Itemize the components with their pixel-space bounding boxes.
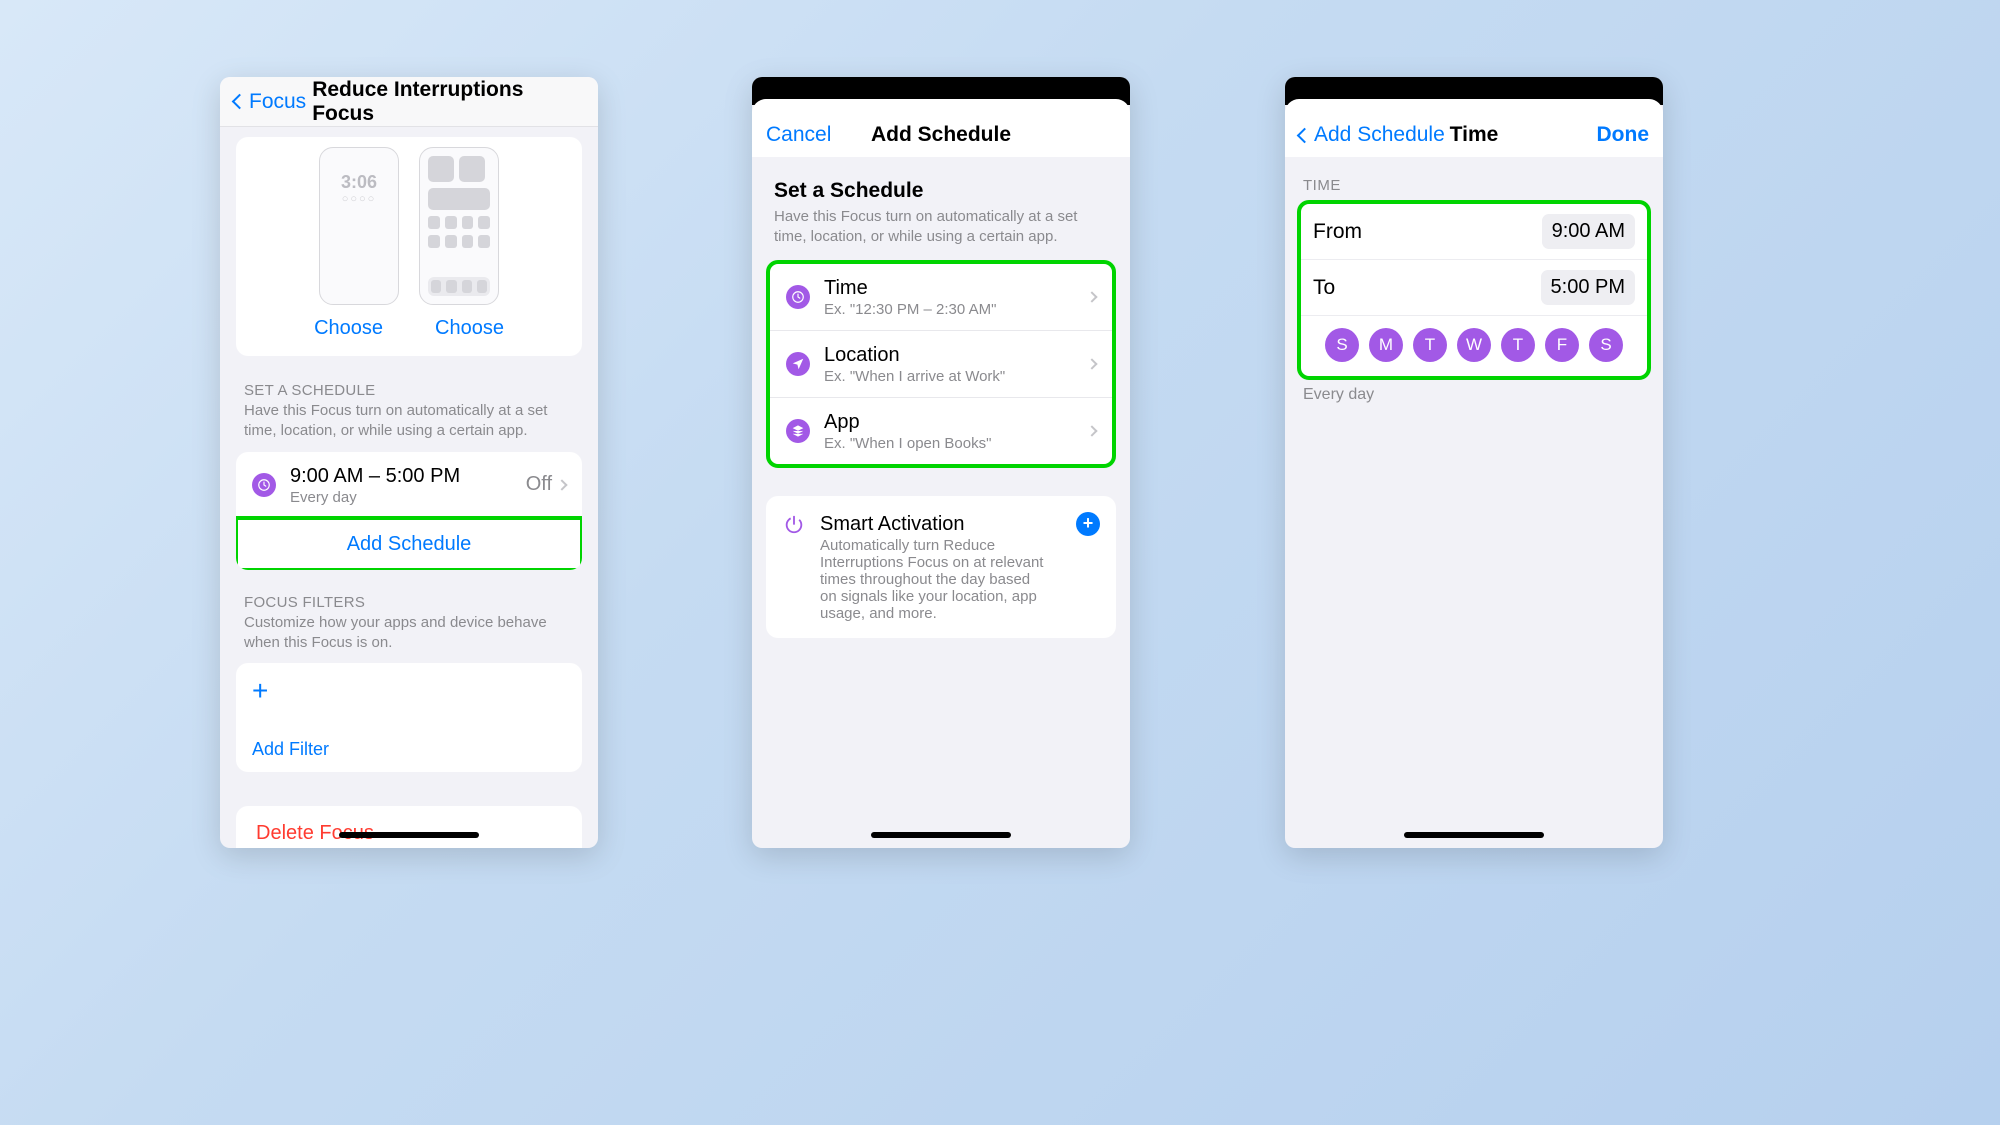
phone-time-schedule: Add Schedule Time Done TIME From 9:00 AM… <box>1285 77 1663 848</box>
preview-lock[interactable]: 3:06 ○○○○ <box>319 147 399 305</box>
back-button[interactable]: Add Schedule <box>1299 123 1445 147</box>
day-picker: S M T W T F S <box>1301 315 1647 376</box>
schedule-row[interactable]: 9:00 AM – 5:00 PM Every day Off <box>236 452 582 518</box>
from-label: From <box>1313 220 1362 244</box>
smart-title: Smart Activation <box>820 512 1076 536</box>
row-title: Time <box>824 276 1088 300</box>
app-icon <box>786 419 810 443</box>
schedule-type-card: Time Ex. "12:30 PM – 2:30 AM" Location E… <box>766 260 1116 468</box>
add-schedule-button[interactable]: Add Schedule <box>236 518 582 570</box>
add-filter-label: Add Filter <box>252 739 566 760</box>
row-sub: Ex. "12:30 PM – 2:30 AM" <box>824 301 1088 318</box>
choose-lock-button[interactable]: Choose <box>314 317 383 340</box>
from-value[interactable]: 9:00 AM <box>1542 214 1635 249</box>
set-schedule-heading: Set a Schedule <box>752 179 1130 203</box>
navbar: Add Schedule Time Done <box>1285 113 1663 157</box>
to-row: To 5:00 PM <box>1301 259 1647 315</box>
phone-add-schedule: Cancel Add Schedule Set a Schedule Have … <box>752 77 1130 848</box>
smart-activation-row[interactable]: Smart Activation Automatically turn Redu… <box>766 496 1116 638</box>
filters-header: FOCUS FILTERS <box>220 594 598 611</box>
clock-icon <box>252 473 276 497</box>
lockscreen-previews: 3:06 ○○○○ <box>236 137 582 309</box>
home-indicator <box>339 832 479 838</box>
location-icon <box>786 352 810 376</box>
from-row: From 9:00 AM <box>1301 204 1647 259</box>
delete-focus-button[interactable]: Delete Focus <box>236 806 582 848</box>
time-card: From 9:00 AM To 5:00 PM S M T W T F S <box>1297 200 1651 380</box>
clock-icon <box>786 285 810 309</box>
filters-desc: Customize how your apps and device behav… <box>220 611 598 664</box>
schedule-app-row[interactable]: App Ex. "When I open Books" <box>770 397 1112 464</box>
home-indicator <box>1404 832 1544 838</box>
row-title: App <box>824 410 1088 434</box>
add-schedule-label: Add Schedule <box>347 533 472 556</box>
chevron-right-icon <box>1086 425 1097 436</box>
day-fri[interactable]: F <box>1545 328 1579 362</box>
day-mon[interactable]: M <box>1369 328 1403 362</box>
navbar: Focus Reduce Interruptions Focus <box>220 77 598 127</box>
back-button[interactable]: Focus <box>234 90 306 114</box>
add-filter-card[interactable]: + Add Filter <box>236 663 582 772</box>
power-icon <box>782 512 806 536</box>
chevron-left-icon <box>232 94 248 110</box>
choose-home-button[interactable]: Choose <box>435 317 504 340</box>
delete-card: Delete Focus <box>236 806 582 848</box>
set-schedule-desc: Have this Focus turn on automatically at… <box>752 203 1130 260</box>
row-title: Location <box>824 343 1088 367</box>
day-sun[interactable]: S <box>1325 328 1359 362</box>
preview-clock: 3:06 <box>341 172 377 193</box>
time-section-label: TIME <box>1285 177 1663 200</box>
back-label: Add Schedule <box>1314 123 1445 147</box>
chevron-right-icon <box>1086 291 1097 302</box>
add-smart-button[interactable]: + <box>1076 512 1100 536</box>
chevron-right-icon <box>556 479 567 490</box>
schedule-time-row[interactable]: Time Ex. "12:30 PM – 2:30 AM" <box>770 264 1112 330</box>
schedule-card: 9:00 AM – 5:00 PM Every day Off Add Sche… <box>236 452 582 570</box>
smart-desc: Automatically turn Reduce Interruptions … <box>820 537 1050 622</box>
to-label: To <box>1313 276 1335 300</box>
row-sub: Ex. "When I arrive at Work" <box>824 368 1088 385</box>
preview-dots: ○○○○ <box>342 193 377 205</box>
day-tue[interactable]: T <box>1413 328 1447 362</box>
schedule-trail: Off <box>526 473 552 496</box>
schedule-header: SET A SCHEDULE <box>220 382 598 399</box>
plus-icon: + <box>252 677 566 705</box>
preview-home[interactable] <box>419 147 499 305</box>
navbar: Cancel Add Schedule <box>752 113 1130 157</box>
choose-row: Choose Choose <box>236 309 582 356</box>
home-indicator <box>871 832 1011 838</box>
done-button[interactable]: Done <box>1597 123 1650 147</box>
chevron-right-icon <box>1086 358 1097 369</box>
back-label: Focus <box>249 90 306 114</box>
page-title: Reduce Interruptions Focus <box>312 78 584 126</box>
phone-focus-settings: Focus Reduce Interruptions Focus 3:06 ○○… <box>220 77 598 848</box>
smart-activation-card: Smart Activation Automatically turn Redu… <box>766 496 1116 638</box>
chevron-left-icon <box>1297 127 1313 143</box>
time-caption: Every day <box>1285 380 1663 410</box>
day-thu[interactable]: T <box>1501 328 1535 362</box>
schedule-desc: Have this Focus turn on automatically at… <box>220 399 598 452</box>
cancel-button[interactable]: Cancel <box>766 123 831 147</box>
schedule-location-row[interactable]: Location Ex. "When I arrive at Work" <box>770 330 1112 397</box>
row-sub: Ex. "When I open Books" <box>824 435 1088 452</box>
day-wed[interactable]: W <box>1457 328 1491 362</box>
day-sat[interactable]: S <box>1589 328 1623 362</box>
schedule-time: 9:00 AM – 5:00 PM <box>290 464 526 488</box>
schedule-sub: Every day <box>290 489 526 506</box>
to-value[interactable]: 5:00 PM <box>1541 270 1635 305</box>
